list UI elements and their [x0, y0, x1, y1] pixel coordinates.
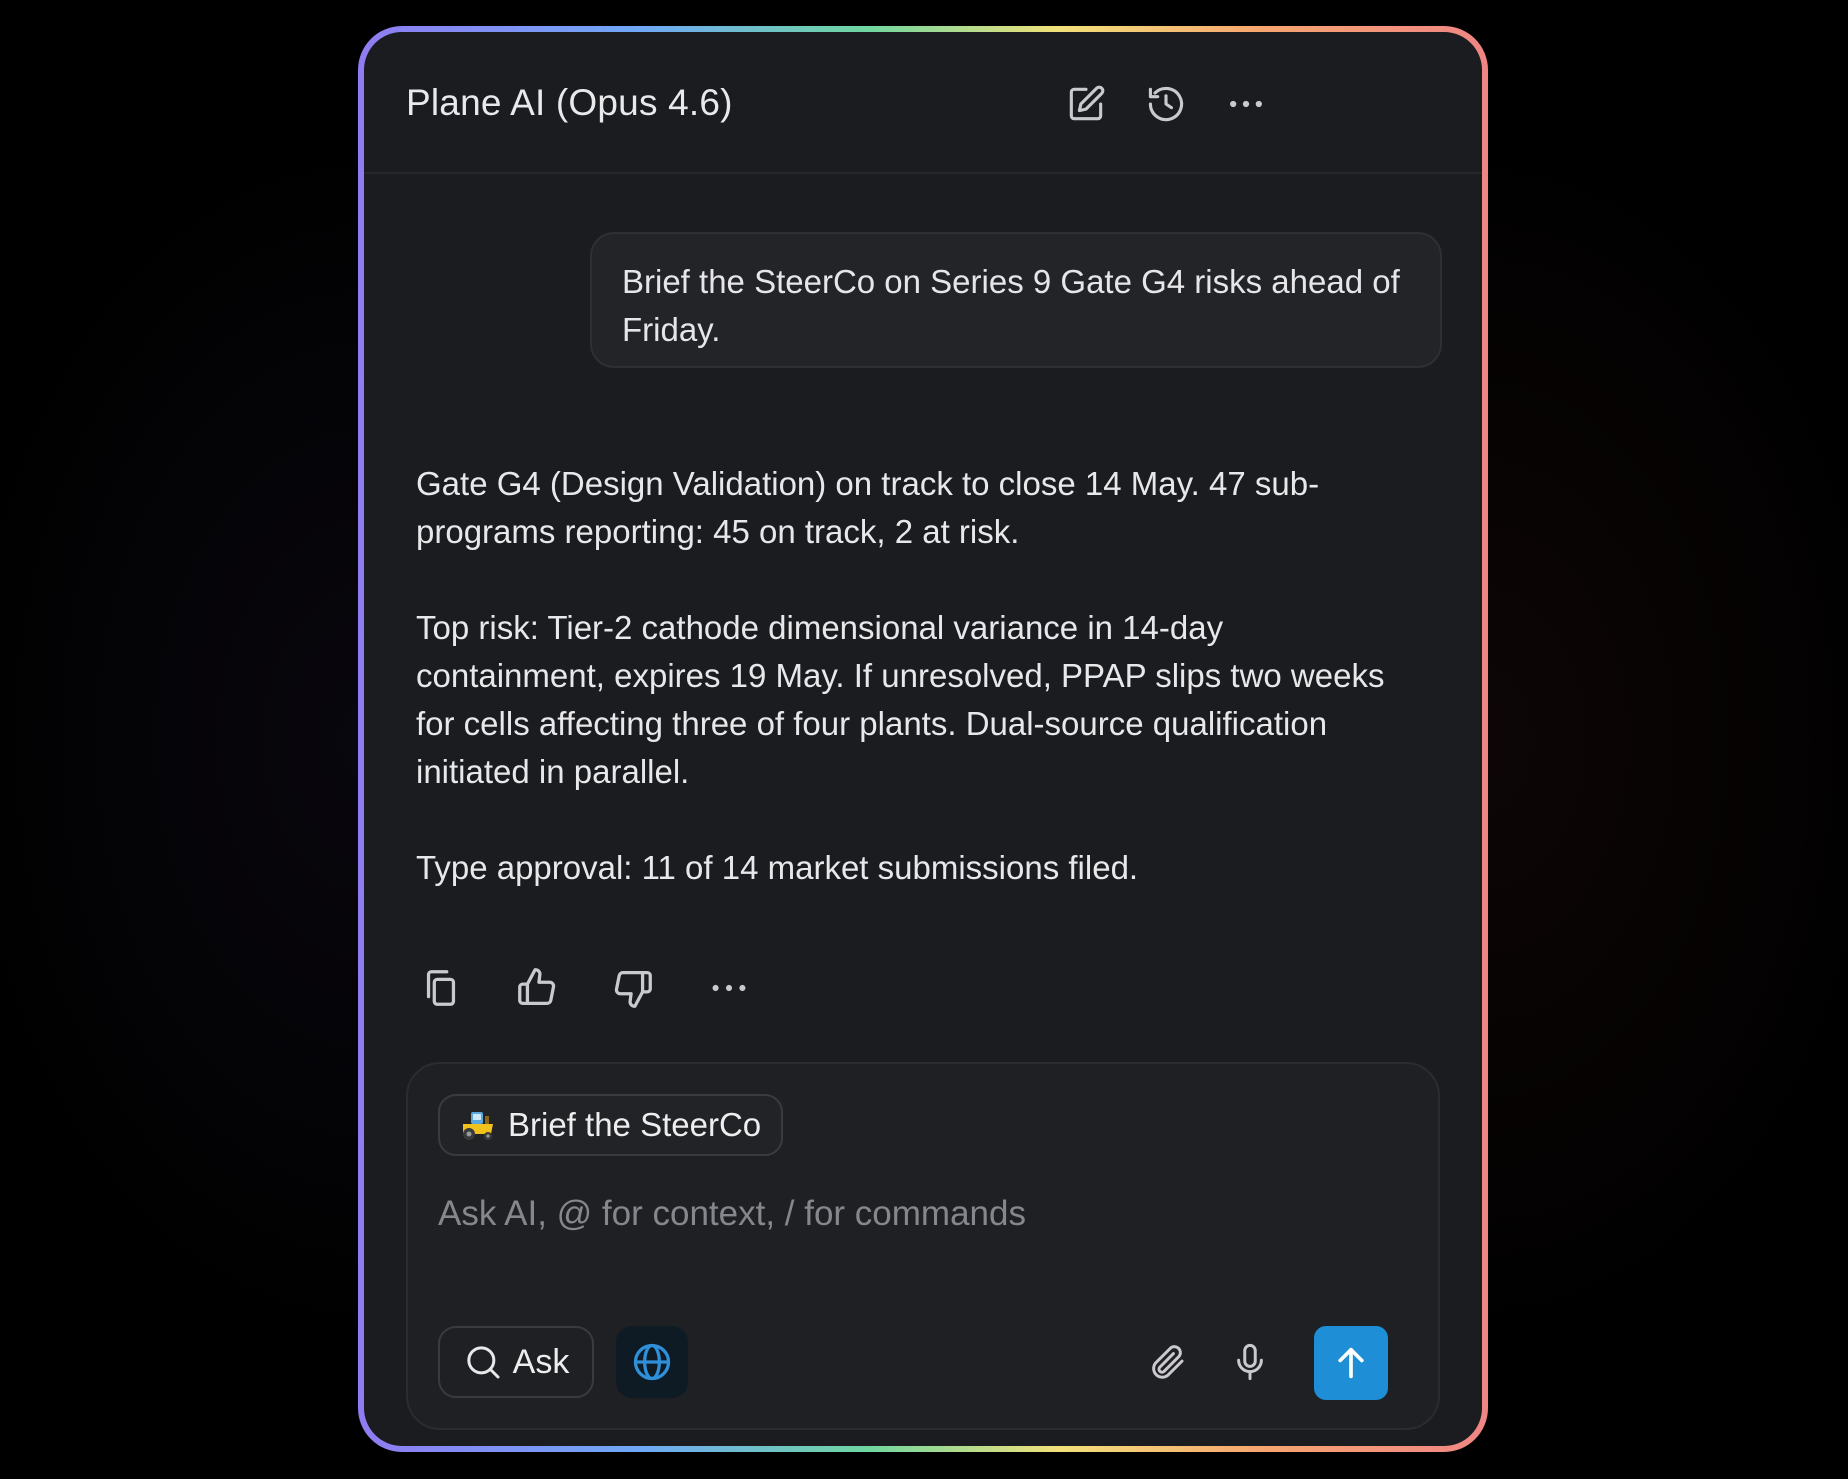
history-button[interactable]: [1140, 78, 1192, 130]
voice-input-button[interactable]: [1218, 1330, 1282, 1394]
context-chip[interactable]: Brief the SteerCo: [438, 1094, 784, 1156]
more-icon: [1230, 100, 1262, 108]
history-icon: [1148, 86, 1184, 122]
response-paragraph: Top risk: Tier-2 cathode dimensional var…: [416, 609, 1385, 790]
chat-input[interactable]: [438, 1184, 1398, 1244]
ask-mode-button[interactable]: Ask: [438, 1326, 594, 1398]
response-paragraph: Gate G4 (Design Validation) on track to …: [416, 465, 1320, 550]
thumbs-up-icon: [518, 968, 556, 1005]
new-chat-icon: [1069, 85, 1105, 121]
send-button[interactable]: [1314, 1326, 1388, 1400]
thumbs-down-button[interactable]: [600, 958, 666, 1018]
panel-header: Plane AI (Opus 4.6): [364, 32, 1482, 174]
response-actions: [408, 958, 762, 1018]
ask-mode-label: Ask: [512, 1342, 570, 1381]
more-icon: [712, 984, 746, 992]
web-search-toggle[interactable]: [616, 1326, 688, 1398]
new-chat-button[interactable]: [1060, 78, 1112, 130]
chat-window-frame: Plane AI (Opus 4.6) Brief the SteerCo on…: [358, 26, 1488, 1452]
search-icon: [466, 1346, 500, 1379]
paperclip-icon: [1152, 1345, 1184, 1379]
thumbs-up-button[interactable]: [504, 958, 570, 1018]
arrow-up-icon: [1338, 1347, 1364, 1379]
thumbs-down-icon: [614, 971, 652, 1008]
user-message-bubble: Brief the SteerCo on Series 9 Gate G4 ri…: [590, 232, 1442, 368]
globe-icon: [633, 1343, 671, 1381]
assistant-response: Gate G4 (Design Validation) on track to …: [416, 460, 1416, 940]
response-paragraph: Type approval: 11 of 14 market submissio…: [416, 849, 1139, 886]
message-composer: Brief the SteerCo Ask: [406, 1062, 1440, 1430]
tractor-icon: [463, 1112, 493, 1140]
chat-panel: Plane AI (Opus 4.6) Brief the SteerCo on…: [364, 32, 1482, 1446]
response-more-button[interactable]: [696, 958, 762, 1018]
more-options-button[interactable]: [1220, 78, 1272, 130]
copy-button[interactable]: [408, 958, 474, 1018]
copy-icon: [426, 970, 456, 1006]
panel-title: Plane AI (Opus 4.6): [406, 82, 733, 123]
attach-button[interactable]: [1136, 1330, 1200, 1394]
context-chip-label: Brief the SteerCo: [508, 1106, 762, 1143]
microphone-icon: [1237, 1343, 1263, 1381]
